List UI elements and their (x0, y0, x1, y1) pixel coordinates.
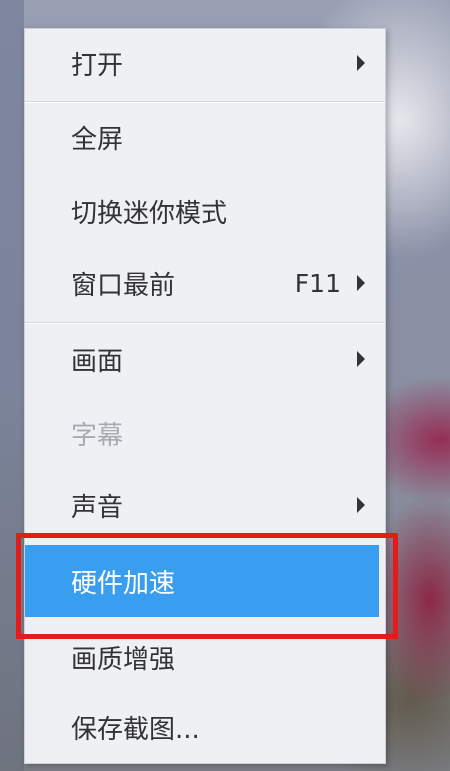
chevron-right-icon (357, 275, 365, 291)
menu-item-subtitles: 字幕 (25, 401, 385, 465)
menu-separator (25, 322, 385, 324)
menu-item-open[interactable]: 打开 (25, 31, 385, 95)
menu-item-label: 字幕 (71, 420, 124, 451)
menu-item-label: 声音 (71, 492, 124, 523)
menu-item-label: 全屏 (71, 124, 124, 155)
chevron-right-icon (357, 55, 365, 71)
menu-item-label: 画质增强 (71, 644, 176, 675)
menu-item-fullscreen[interactable]: 全屏 (25, 105, 385, 169)
context-menu: 打开 全屏 切换迷你模式 窗口最前 F11 画面 字幕 声音 硬件加速 画质增强… (24, 28, 386, 764)
menu-separator (25, 101, 385, 103)
menu-item-label: 保存截图... (71, 714, 200, 745)
chevron-right-icon (357, 497, 365, 513)
menu-item-label: 切换迷你模式 (71, 198, 228, 229)
chevron-right-icon (357, 351, 365, 367)
menu-item-label: 打开 (71, 50, 124, 81)
menu-item-label: 硬件加速 (71, 568, 176, 599)
menu-item-mini-mode[interactable]: 切换迷你模式 (25, 179, 385, 243)
menu-item-hardware-acceleration[interactable]: 硬件加速 (25, 545, 379, 617)
menu-item-save-screenshot[interactable]: 保存截图... (25, 695, 385, 759)
menu-item-label: 画面 (71, 346, 124, 377)
shortcut-label: F11 (294, 268, 341, 298)
menu-item-sound[interactable]: 声音 (25, 473, 385, 537)
window-edge (0, 0, 24, 771)
menu-item-picture[interactable]: 画面 (25, 327, 385, 391)
menu-item-always-on-top[interactable]: 窗口最前 F11 (25, 251, 385, 315)
menu-item-quality-enhance[interactable]: 画质增强 (25, 625, 385, 689)
